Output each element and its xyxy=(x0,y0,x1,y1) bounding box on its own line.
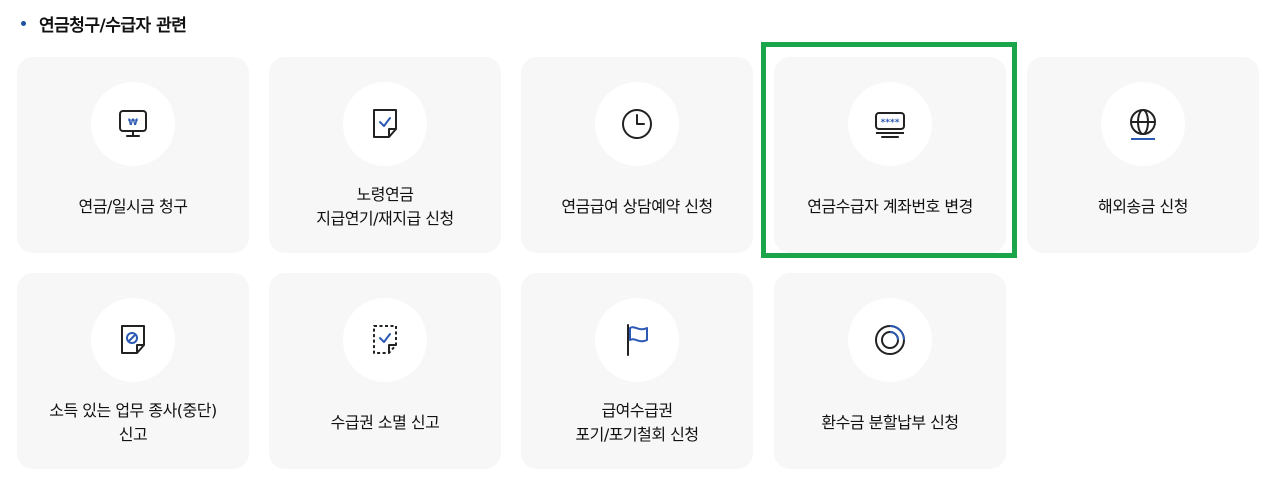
icon-circle xyxy=(595,82,679,166)
ring-icon xyxy=(875,325,905,355)
card-account-number-change[interactable]: **** 연금수급자 계좌번호 변경 xyxy=(774,57,1006,253)
card-label: 연금수급자 계좌번호 변경 xyxy=(782,173,998,241)
card-old-age-pension-deferral[interactable]: 노령연금 지급연기/재지급 신청 xyxy=(269,57,501,253)
card-label: 수급권 소멸 신고 xyxy=(277,389,493,457)
icon-circle: **** xyxy=(848,82,932,166)
document-prohibited-icon xyxy=(121,325,145,354)
dashed-document-check-icon xyxy=(373,325,397,354)
document-check-icon xyxy=(373,109,397,138)
card-label: 연금/일시금 청구 xyxy=(25,173,241,241)
card-pension-lump-sum-claim[interactable]: ₩ 연금/일시금 청구 xyxy=(17,57,249,253)
card-label: 연금급여 상담예약 신청 xyxy=(529,173,745,241)
monitor-won-icon: ₩ xyxy=(119,110,147,137)
card-label: 급여수급권 포기/포기철회 신청 xyxy=(529,389,745,457)
card-label-line: 연금급여 상담예약 신청 xyxy=(561,197,713,216)
globe-icon xyxy=(1130,109,1156,140)
flag-icon xyxy=(627,324,648,356)
svg-text:₩: ₩ xyxy=(128,118,138,128)
card-label-line: 지급연기/재지급 신청 xyxy=(316,209,454,228)
card-label-line: 수급권 소멸 신고 xyxy=(330,413,440,432)
icon-circle: ₩ xyxy=(91,82,175,166)
icon-circle xyxy=(343,82,427,166)
card-entitlement-waiver[interactable]: 급여수급권 포기/포기철회 신청 xyxy=(521,273,753,469)
card-label-line: 연금수급자 계좌번호 변경 xyxy=(807,197,973,216)
section-title: 연금청구/수급자 관련 xyxy=(39,15,187,36)
card-overseas-remittance[interactable]: 해외송금 신청 xyxy=(1027,57,1259,253)
card-entitlement-extinction-report[interactable]: 수급권 소멸 신고 xyxy=(269,273,501,469)
pension-services-page: 연금청구/수급자 관련 ₩ 연금/일시금 청구 노령연금 지급연기/재지급 신청 xyxy=(0,0,1280,492)
card-label-line: 급여수급권 xyxy=(601,401,673,420)
card-label: 환수금 분할납부 신청 xyxy=(782,389,998,457)
icon-circle xyxy=(1101,82,1185,166)
card-label-line: 노령연금 xyxy=(356,185,414,204)
section-header: 연금청구/수급자 관련 xyxy=(21,10,187,36)
card-label-line: 포기/포기철회 신청 xyxy=(575,425,699,444)
svg-text:****: **** xyxy=(881,118,900,128)
icon-circle xyxy=(595,298,679,382)
bullet-icon xyxy=(21,20,26,26)
card-income-work-report[interactable]: 소득 있는 업무 종사(중단) 신고 xyxy=(17,273,249,469)
clock-icon xyxy=(622,109,652,139)
card-label-line: 소득 있는 업무 종사(중단) xyxy=(49,401,217,420)
icon-circle xyxy=(848,298,932,382)
card-label-line: 해외송금 신청 xyxy=(1098,197,1188,216)
card-label-line: 환수금 분할납부 신청 xyxy=(821,413,959,432)
card-label: 노령연금 지급연기/재지급 신청 xyxy=(277,173,493,241)
card-label-line: 연금/일시금 청구 xyxy=(78,197,188,216)
card-benefit-consultation-reservation[interactable]: 연금급여 상담예약 신청 xyxy=(521,57,753,253)
card-label-line: 신고 xyxy=(118,425,148,444)
icon-circle xyxy=(91,298,175,382)
card-refund-installment-payment[interactable]: 환수금 분할납부 신청 xyxy=(774,273,1006,469)
password-monitor-icon: **** xyxy=(875,112,905,138)
card-label: 소득 있는 업무 종사(중단) 신고 xyxy=(25,389,241,457)
icon-circle xyxy=(343,298,427,382)
card-label: 해외송금 신청 xyxy=(1035,173,1251,241)
